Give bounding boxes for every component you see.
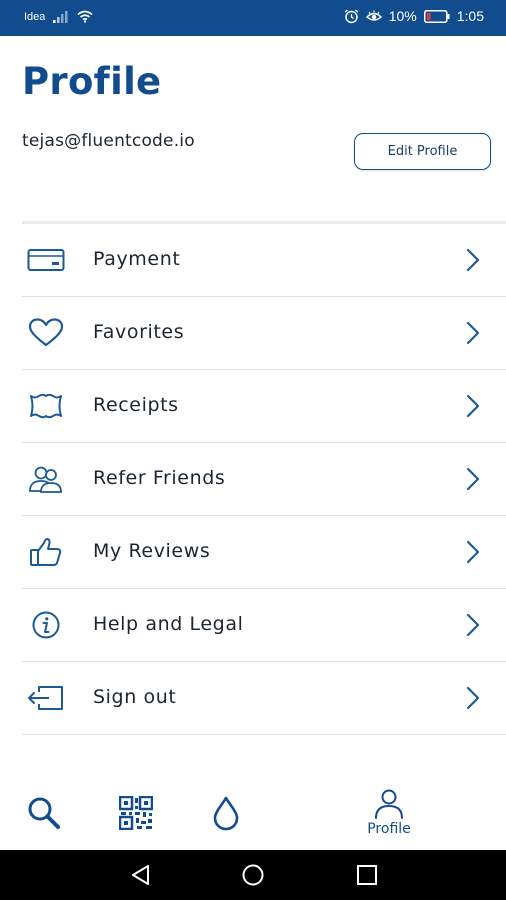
menu-item-my-reviews[interactable]: My Reviews	[0, 516, 506, 589]
chevron-right-icon	[466, 467, 480, 491]
row-divider	[22, 734, 506, 735]
status-left: Idea	[24, 10, 93, 23]
info-icon	[27, 607, 65, 643]
card-icon	[27, 242, 65, 278]
nav-drop[interactable]	[208, 776, 244, 850]
eye-comfort-icon	[365, 10, 382, 21]
signal-icon	[53, 10, 68, 23]
menu-item-receipts[interactable]: Receipts	[0, 370, 506, 443]
home-icon[interactable]	[240, 863, 266, 887]
receipt-icon	[27, 388, 65, 424]
chevron-right-icon	[466, 394, 480, 418]
battery-percent: 10%	[388, 8, 417, 24]
menu-item-refer-friends[interactable]: Refer Friends	[0, 443, 506, 516]
menu-item-payment[interactable]: Payment	[0, 224, 506, 297]
chevron-right-icon	[466, 686, 480, 710]
profile-menu: Payment Favorites Receipts Refer Friends…	[0, 224, 506, 735]
drop-icon	[213, 796, 239, 831]
menu-item-label: Favorites	[93, 321, 185, 343]
system-nav-bar	[0, 850, 506, 900]
alarm-icon	[344, 8, 359, 23]
wifi-icon	[77, 10, 93, 23]
recents-icon[interactable]	[354, 863, 380, 887]
qr-code-icon	[119, 796, 153, 830]
status-bar: Idea 10% 1:05	[0, 0, 506, 36]
menu-item-help-and-legal[interactable]: Help and Legal	[0, 589, 506, 662]
menu-item-label: Sign out	[93, 686, 177, 708]
thumbs-up-icon	[27, 534, 65, 570]
nav-profile-label: Profile	[367, 821, 411, 837]
chevron-right-icon	[466, 321, 480, 345]
search-icon	[28, 797, 60, 829]
menu-item-label: Refer Friends	[93, 467, 226, 489]
sign-out-icon	[27, 680, 65, 716]
menu-item-label: Receipts	[93, 394, 179, 416]
people-icon	[27, 461, 65, 497]
nav-profile[interactable]: Profile	[356, 776, 422, 850]
bottom-nav: Profile	[0, 776, 506, 850]
clock: 1:05	[456, 8, 484, 24]
battery-icon	[423, 9, 450, 23]
menu-item-sign-out[interactable]: Sign out	[0, 662, 506, 735]
carrier-name: Idea	[24, 10, 46, 23]
chevron-right-icon	[466, 540, 480, 564]
menu-item-label: Help and Legal	[93, 613, 244, 635]
menu-item-favorites[interactable]: Favorites	[0, 297, 506, 370]
chevron-right-icon	[466, 613, 480, 637]
edit-profile-button[interactable]: Edit Profile	[354, 133, 491, 170]
menu-item-label: Payment	[93, 248, 181, 270]
nav-search[interactable]	[24, 776, 64, 850]
back-icon[interactable]	[128, 863, 154, 887]
page-title: Profile	[22, 60, 162, 103]
menu-item-label: My Reviews	[93, 540, 211, 562]
profile-icon	[375, 789, 403, 819]
heart-icon	[27, 315, 65, 351]
status-right: 10% 1:05	[344, 8, 484, 24]
chevron-right-icon	[466, 248, 480, 272]
user-email: tejas@fluentcode.io	[22, 131, 195, 151]
nav-qr-code[interactable]	[116, 776, 156, 850]
